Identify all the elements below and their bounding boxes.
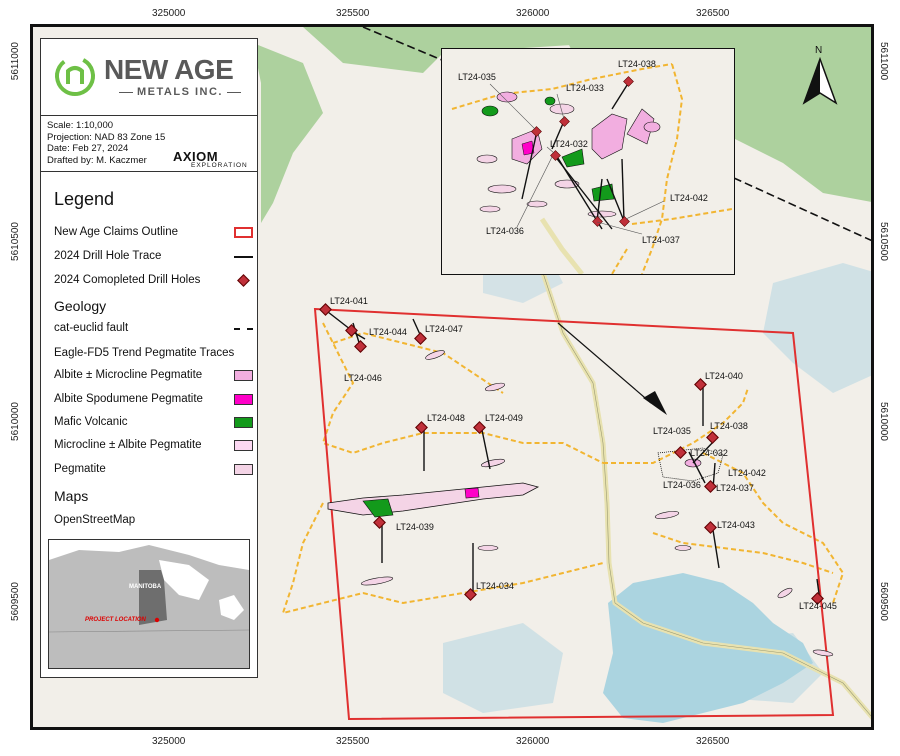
- legend-unit-label: Pegmatite: [54, 463, 106, 475]
- legend-claims-swatch: [234, 227, 253, 238]
- coord-bottom-326500: 326500: [696, 736, 730, 747]
- projection-text: Projection: NAD 83 Zone 15: [47, 131, 166, 143]
- coord-bottom-325000: 325000: [152, 736, 186, 747]
- inset-project-marker: [154, 617, 160, 623]
- zoom-road: [539, 217, 584, 274]
- legend-fault-label: cat-euclid fault: [54, 322, 129, 334]
- legend-holes-label: 2024 Comopleted Drill Holes: [54, 274, 201, 286]
- drill-hole-label: LT24-044: [369, 327, 407, 337]
- coord-left-5610000: 5610000: [10, 402, 21, 441]
- legend-unit-swatch: [234, 370, 253, 381]
- coord-left-5611000: 5611000: [10, 42, 21, 81]
- drill-hole-label: LT24-046: [344, 373, 382, 383]
- location-inset-map[interactable]: MANITOBA PROJECT LOCATION: [48, 539, 250, 669]
- inset-province-label: MANITOBA: [129, 584, 162, 590]
- drill-hole-label: LT24-038: [710, 421, 748, 431]
- pegmatite-lens: [477, 545, 499, 551]
- coord-right-5610500: 5610500: [878, 222, 889, 261]
- legend-unit-swatch: [234, 464, 253, 475]
- drill-hole-label: LT24-043: [717, 520, 755, 530]
- inset-location-label: PROJECT LOCATION: [85, 617, 146, 623]
- zoom-label: LT24-032: [550, 139, 588, 149]
- zoom-pegmatite: [591, 113, 628, 160]
- north-arrow-icon: [802, 57, 838, 105]
- zoom-trail: [611, 248, 628, 274]
- drill-hole-label: LT24-032: [690, 448, 728, 458]
- drill-hole-label: LT24-034: [476, 581, 514, 591]
- zoom-inset[interactable]: LT24-038 LT24-035 LT24-033 LT24-032 LT24…: [441, 48, 735, 275]
- zoom-pegmatite: [496, 91, 518, 103]
- legend-trace-label: 2024 Drill Hole Trace: [54, 250, 162, 262]
- coord-left-5609500: 5609500: [10, 582, 21, 621]
- coord-right-5610000: 5610000: [878, 402, 889, 441]
- logo-name: NEW AGE: [104, 54, 234, 85]
- coord-bottom-325500: 325500: [336, 736, 370, 747]
- coord-left-5610500: 5610500: [10, 222, 21, 261]
- pegmatite-lens: [674, 545, 692, 551]
- legend-claims-label: New Age Claims Outline: [54, 226, 178, 238]
- zoom-label: LT24-035: [458, 72, 496, 82]
- zoom-label: LT24-033: [566, 83, 604, 93]
- drill-hole-label: LT24-037: [716, 483, 754, 493]
- zoom-label: LT24-038: [618, 59, 656, 69]
- logo-subtitle: METALS INC.: [115, 86, 245, 98]
- legend-unit-swatch: [234, 417, 253, 428]
- zoom-label: LT24-036: [486, 226, 524, 236]
- new-age-logo-icon: [55, 56, 95, 96]
- legend-basemap: OpenStreetMap: [54, 514, 136, 526]
- coord-top-325000: 325000: [152, 8, 186, 19]
- drill-hole-label: LT24-049: [485, 413, 523, 423]
- drill-hole-label: LT24-045: [799, 601, 837, 611]
- legend-hole-icon: [237, 274, 250, 287]
- axiom-subtitle: EXPLORATION: [191, 162, 248, 169]
- legend-unit-label: Albite Spodumene Pegmatite: [54, 393, 203, 405]
- drill-hole-label: LT24-048: [427, 413, 465, 423]
- drill-hole-label: LT24-047: [425, 324, 463, 334]
- legend-unit-swatch: [234, 394, 253, 405]
- coord-bottom-326000: 326000: [516, 736, 550, 747]
- legend-unit-label: Albite ± Microcline Pegmatite: [54, 369, 203, 381]
- drill-hole-label: LT24-042: [728, 468, 766, 478]
- drill-hole-label: LT24-040: [705, 371, 743, 381]
- inset-map-svg: [49, 540, 249, 668]
- legend-trace-swatch: [234, 256, 253, 258]
- legend-unit-label: Microcline ± Albite Pegmatite: [54, 439, 202, 451]
- drill-hole-label: LT24-035: [653, 426, 691, 436]
- axiom-logo: AXIOM EXPLORATION: [173, 149, 248, 169]
- drill-hole-label: LT24-041: [330, 296, 368, 306]
- legend-panel: NEW AGE METALS INC. Scale: 1:10,000 Proj…: [40, 38, 258, 678]
- zoom-pegmatite: [526, 200, 548, 208]
- north-label: N: [815, 45, 823, 56]
- spodumene-pegmatite: [464, 487, 480, 499]
- drill-hole-label: LT24-039: [396, 522, 434, 532]
- coord-top-326000: 326000: [516, 8, 550, 19]
- zoom-pegmatite: [487, 184, 517, 194]
- zoom-pegmatite: [476, 154, 498, 164]
- zoom-label: LT24-037: [642, 235, 680, 245]
- zoom-mafic: [544, 96, 556, 106]
- legend-maps-title: Maps: [54, 488, 89, 504]
- legend-unit-swatch: [234, 440, 253, 451]
- scale-text: Scale: 1:10,000: [47, 120, 114, 131]
- coord-top-326500: 326500: [696, 8, 730, 19]
- legend-geology-title: Geology: [54, 298, 107, 314]
- logo-box: NEW AGE METALS INC.: [41, 39, 257, 116]
- coord-right-5609500: 5609500: [878, 582, 889, 621]
- legend-title: Legend: [54, 189, 115, 209]
- coord-top-325500: 325500: [336, 8, 370, 19]
- zoom-trail: [451, 63, 673, 110]
- zoom-mafic: [561, 148, 585, 168]
- coord-right-5611000: 5611000: [878, 42, 889, 81]
- zoom-pegmatite: [479, 205, 501, 213]
- drill-hole-label: LT24-036: [663, 480, 701, 490]
- legend-fault-swatch: [234, 328, 253, 330]
- zoom-mafic: [481, 105, 499, 117]
- north-arrow: N: [800, 45, 840, 105]
- legend-pegmatite-title: Eagle-FD5 Trend Pegmatite Traces: [54, 347, 235, 359]
- legend-unit-label: Mafic Volcanic: [54, 416, 128, 428]
- zoom-pegmatite: [643, 121, 661, 133]
- zoom-trail: [631, 208, 733, 225]
- zoom-label: LT24-042: [670, 193, 708, 203]
